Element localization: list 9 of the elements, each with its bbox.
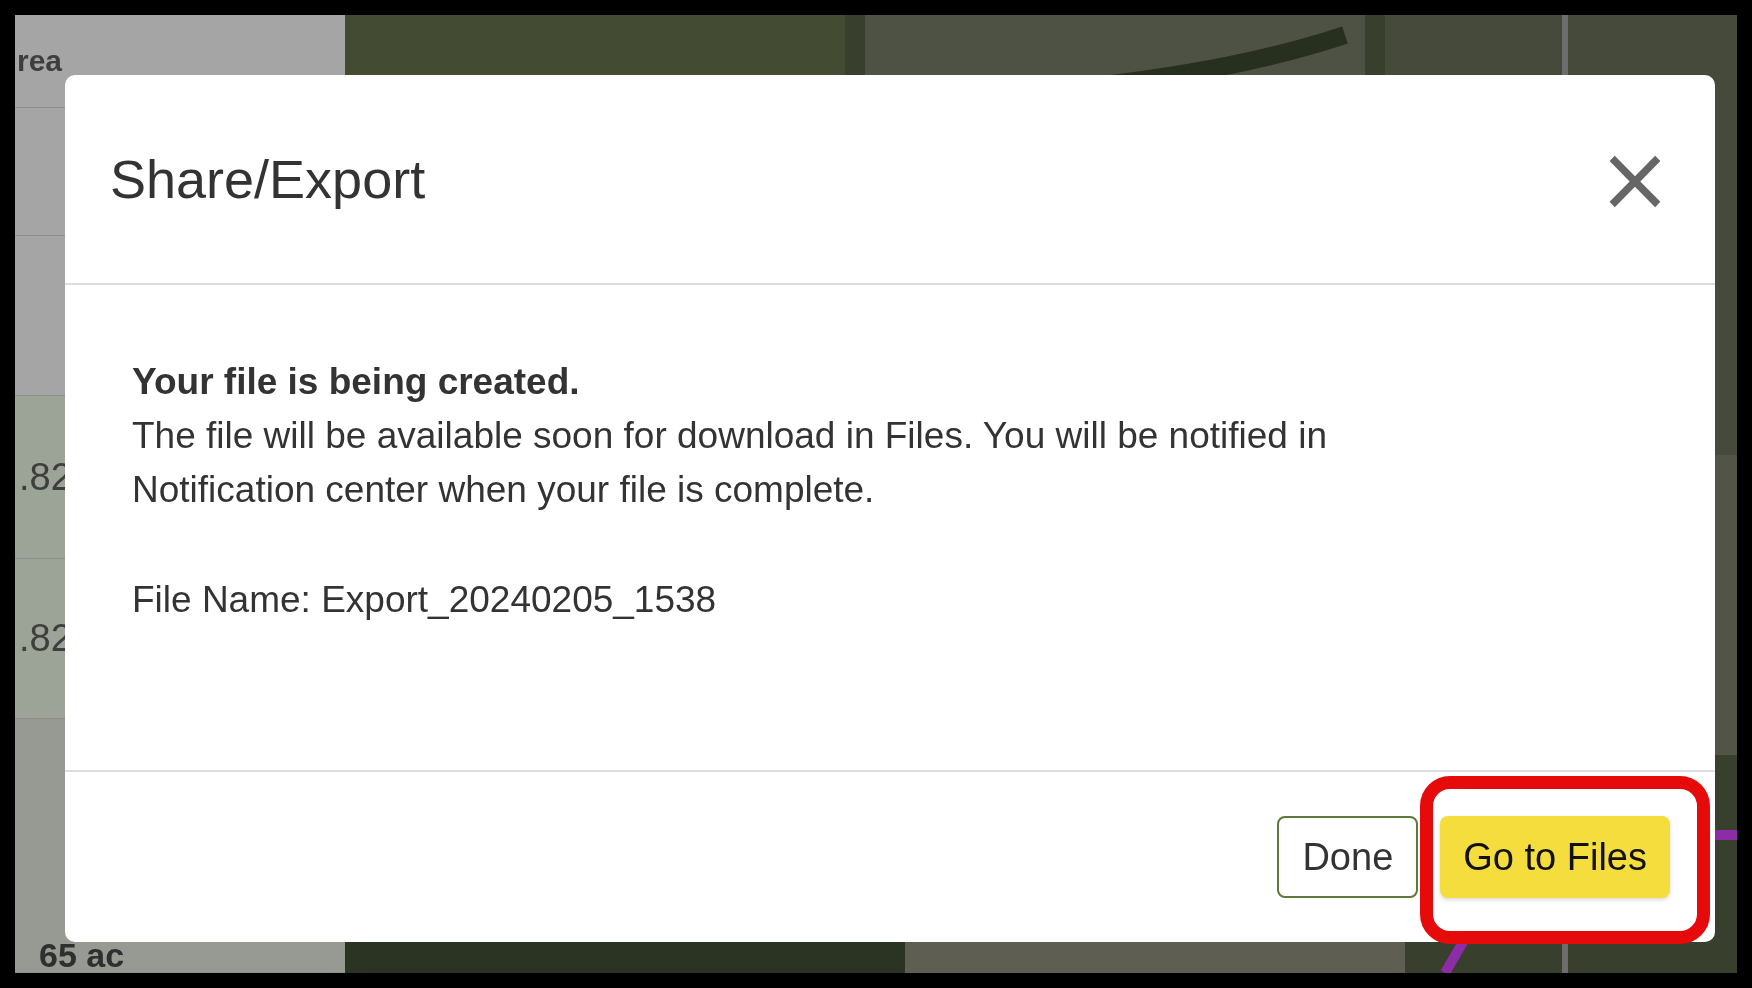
total-area: 65 ac (39, 938, 125, 972)
status-heading: Your file is being created. (132, 360, 581, 404)
close-button[interactable]: × (1605, 149, 1665, 209)
status-message: The file will be available soon for download in Files. You will be notified in Notification center when your file is complete. (132, 414, 1328, 512)
done-button[interactable]: Done (1277, 816, 1419, 898)
go-to-files-button[interactable]: Go to Files (1440, 816, 1670, 898)
dialog-title: Share/Export (110, 148, 426, 210)
column-header: rea (17, 44, 63, 78)
file-name: File Name: Export_20240205_1538 (132, 579, 718, 621)
